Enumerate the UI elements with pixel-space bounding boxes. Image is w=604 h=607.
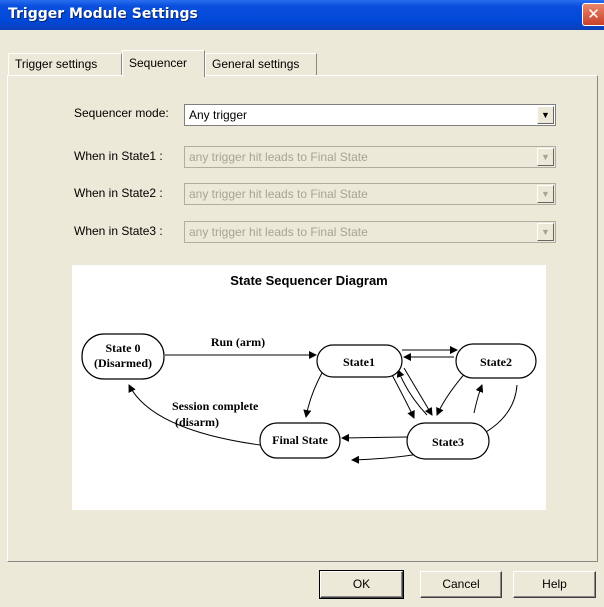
state2-select[interactable]: any trigger hit leads to Final State ▼ (184, 183, 556, 205)
edge-state3-state1 (396, 369, 428, 416)
sequencer-mode-label: Sequencer mode: (74, 106, 169, 120)
edge-state3-final (341, 433, 408, 442)
tab-strip: Trigger settings Sequencer General setti… (8, 50, 600, 77)
state3-label: When in State3 : (74, 224, 163, 238)
final-state-node-label: Final State (272, 433, 328, 447)
tab-sequencer[interactable]: Sequencer (122, 50, 205, 77)
state0-label-line1: State 0 (106, 341, 141, 355)
chevron-down-icon: ▼ (537, 185, 554, 203)
state3-value: any trigger hit leads to Final State (189, 225, 368, 239)
sequencer-mode-value: Any trigger (189, 108, 248, 122)
diagram-canvas: State 0 (Disarmed) State1 State2 State3 … (81, 333, 537, 464)
chevron-down-icon: ▼ (537, 223, 554, 241)
edge-state1-final (303, 372, 323, 418)
sequencer-mode-select[interactable]: Any trigger ▼ (184, 104, 556, 126)
session-complete-label: Session complete (172, 399, 259, 413)
run-arm-label: Run (arm) (211, 335, 265, 349)
state3-select[interactable]: any trigger hit leads to Final State ▼ (184, 221, 556, 243)
ok-button[interactable]: OK (319, 570, 404, 599)
disarm-label: (disarm) (175, 415, 219, 429)
edge-state1-state3-a (403, 367, 433, 416)
title-bar: Trigger Module Settings ✕ (0, 0, 604, 30)
edge-state2-state3 (436, 370, 468, 416)
state1-value: any trigger hit leads to Final State (189, 150, 368, 164)
state2-value: any trigger hit leads to Final State (189, 187, 368, 201)
state1-label: When in State1 : (74, 149, 163, 163)
window-title: Trigger Module Settings (8, 6, 198, 22)
state1-node-label: State1 (343, 355, 375, 369)
state1-select[interactable]: any trigger hit leads to Final State ▼ (184, 146, 556, 168)
chevron-down-icon[interactable]: ▼ (537, 106, 554, 124)
state2-node-label: State2 (480, 355, 512, 369)
close-icon[interactable]: ✕ (582, 3, 604, 26)
state2-label: When in State2 : (74, 186, 163, 200)
tab-trigger-settings[interactable]: Trigger settings (8, 53, 122, 76)
chevron-down-icon: ▼ (537, 148, 554, 166)
cancel-button[interactable]: Cancel (420, 571, 502, 598)
state3-node-label: State3 (432, 435, 464, 449)
state0-label-line2: (Disarmed) (94, 356, 152, 370)
tab-general-settings[interactable]: General settings (205, 53, 317, 76)
edge-state3-state2 (473, 384, 484, 414)
help-button[interactable]: Help (513, 571, 596, 598)
state-sequencer-diagram: State Sequencer Diagram State 0 (Disarme… (72, 265, 546, 510)
